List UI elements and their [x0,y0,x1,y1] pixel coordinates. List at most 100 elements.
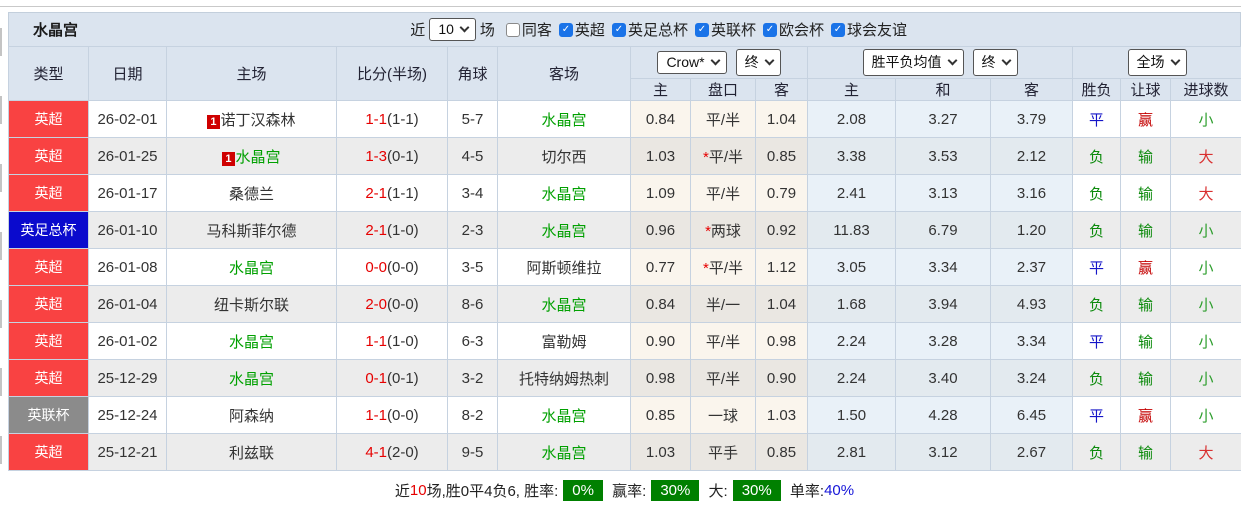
odds-time-select[interactable]: 终 [735,49,781,76]
filter-bar: 近 10 场 ✓同客✓英超✓英足总杯✓英联杯✓欧会杯✓球会友谊 [410,18,907,41]
win-rate-badge: 0% [563,480,603,501]
handicap-odds-group: Crow* 终 [630,46,808,79]
handicap-result-cell: 输 [1120,137,1171,175]
filter-checkbox[interactable]: ✓ 英联杯 [694,19,756,40]
avg-away-odds: 2.67 [990,433,1073,471]
result-cell: 负 [1072,433,1121,471]
home-odds: 1.03 [630,433,691,471]
checkbox-checked-icon[interactable]: ✓ [611,22,626,37]
home-team-cell: 纽卡斯尔联 [166,285,337,323]
panel-header: 水晶宫 近 10 场 ✓同客✓英超✓英足总杯✓英联杯✓欧会杯✓球会友谊 [8,12,1241,46]
handicap-cell: 一球 [690,396,756,434]
score-cell: 0-0(0-0) [336,248,448,286]
match-row: 英超 26-01-08 水晶宫 0-0(0-0) 3-5 阿斯顿维拉 0.77 *平/半 1.1… [8,248,1241,286]
away-team-link[interactable]: 水晶宫 [541,408,586,425]
home-team-link[interactable]: 水晶宫 [229,260,274,277]
goals-result-cell: 小 [1170,359,1241,397]
checkbox-checked-icon[interactable]: ✓ [558,22,573,37]
filter-checkbox[interactable]: ✓ 英超 [558,19,605,40]
avg-type-select[interactable]: 胜平负均值 [862,49,964,76]
col-header-type: 类型 [8,46,89,101]
avg-away-odds: 1.20 [990,211,1073,249]
scope-select[interactable]: 全场 [1127,49,1187,76]
avg-draw-odds: 4.28 [895,396,991,434]
home-team-link[interactable]: 利兹联 [229,445,274,462]
result-cell: 负 [1072,174,1121,212]
home-team-link[interactable]: 水晶宫 [236,149,281,166]
home-team-cell: 水晶宫 [166,322,337,360]
away-odds: 0.98 [755,322,808,360]
away-odds: 0.85 [755,433,808,471]
sub-header-odds-home: 主 [630,78,691,101]
red-card-badge: 1 [222,151,235,166]
summary-bar: 近10场,胜0平4负6, 胜率: 0% 赢率: 30% 大: 30% 单率:40% [394,480,855,501]
away-team-cell: 托特纳姆热刺 [497,359,631,397]
away-team-link[interactable]: 水晶宫 [541,186,586,203]
page-top-divider [0,6,1241,7]
home-team-cell: 阿森纳 [166,396,337,434]
team-title: 水晶宫 [33,22,79,39]
handicap-cell: 平手 [690,433,756,471]
sub-header-avg-home: 主 [807,78,896,101]
checkbox-checked-icon[interactable]: ✓ [762,22,777,37]
league-badge: 英超 [8,285,89,323]
chevron-down-icon [947,55,957,66]
filter-checkbox[interactable]: ✓ 球会友谊 [830,19,907,40]
handicap-cell: 平/半 [690,359,756,397]
result-group: 全场 [1072,46,1241,79]
sub-header-avg-draw: 和 [895,78,991,101]
avg-time-select[interactable]: 终 [972,49,1018,76]
avg-away-odds: 2.12 [990,137,1073,175]
odds-company-select[interactable]: Crow* [657,51,727,74]
match-date: 25-12-21 [88,433,167,471]
away-odds: 1.04 [755,100,808,138]
home-team-link[interactable]: 纽卡斯尔联 [214,297,289,314]
home-team-link[interactable]: 马科斯菲尔德 [206,223,296,240]
away-team-link[interactable]: 水晶宫 [541,223,586,240]
away-team-cell: 水晶宫 [497,211,631,249]
handicap-result-cell: 输 [1120,285,1171,323]
home-team-link[interactable]: 水晶宫 [229,371,274,388]
home-team-link[interactable]: 水晶宫 [229,334,274,351]
league-badge: 英超 [8,174,89,212]
checkbox-checked-icon[interactable]: ✓ [694,22,709,37]
away-team-link[interactable]: 富勒姆 [541,334,586,351]
home-odds: 1.03 [630,137,691,175]
checkbox-checked-icon[interactable]: ✓ [830,22,845,37]
home-team-link[interactable]: 桑德兰 [229,186,274,203]
away-team-link[interactable]: 切尔西 [541,149,586,166]
score-cell: 0-1(0-1) [336,359,448,397]
checkbox-unchecked-icon[interactable]: ✓ [505,22,520,37]
away-team-link[interactable]: 水晶宫 [541,112,586,129]
league-badge: 英足总杯 [8,211,89,249]
away-team-cell: 水晶宫 [497,100,631,138]
filter-checkbox[interactable]: ✓ 英足总杯 [611,19,688,40]
away-team-cell: 富勒姆 [497,322,631,360]
match-row: 英足总杯 26-01-10 马科斯菲尔德 2-1(1-0) 2-3 水晶宫 0.96 *两球 0… [8,211,1241,249]
recent-games-select[interactable]: 10 [429,18,476,41]
handicap-cell: *两球 [690,211,756,249]
away-team-link[interactable]: 水晶宫 [541,297,586,314]
avg-home-odds: 2.24 [807,359,896,397]
home-team-link[interactable]: 阿森纳 [229,408,274,425]
result-cell: 负 [1072,137,1121,175]
avg-draw-odds: 6.79 [895,211,991,249]
recent-label-prefix: 近 [410,22,426,39]
away-team-link[interactable]: 阿斯顿维拉 [526,260,601,277]
away-team-link[interactable]: 水晶宫 [541,445,586,462]
handicap-result-cell: 输 [1120,322,1171,360]
home-team-cell: 利兹联 [166,433,337,471]
goals-result-cell: 小 [1170,211,1241,249]
avg-away-odds: 3.24 [990,359,1073,397]
corner-score: 8-6 [447,285,498,323]
filter-checkbox[interactable]: ✓ 欧会杯 [762,19,824,40]
match-date: 26-01-08 [88,248,167,286]
handicap-cell: *平/半 [690,137,756,175]
avg-away-odds: 3.34 [990,322,1073,360]
filter-checkbox[interactable]: ✓同客 [505,19,552,40]
away-odds: 1.12 [755,248,808,286]
corner-score: 4-5 [447,137,498,175]
home-team-link[interactable]: 诺丁汉森林 [221,112,296,129]
avg-home-odds: 2.41 [807,174,896,212]
away-team-link[interactable]: 托特纳姆热刺 [519,371,609,388]
